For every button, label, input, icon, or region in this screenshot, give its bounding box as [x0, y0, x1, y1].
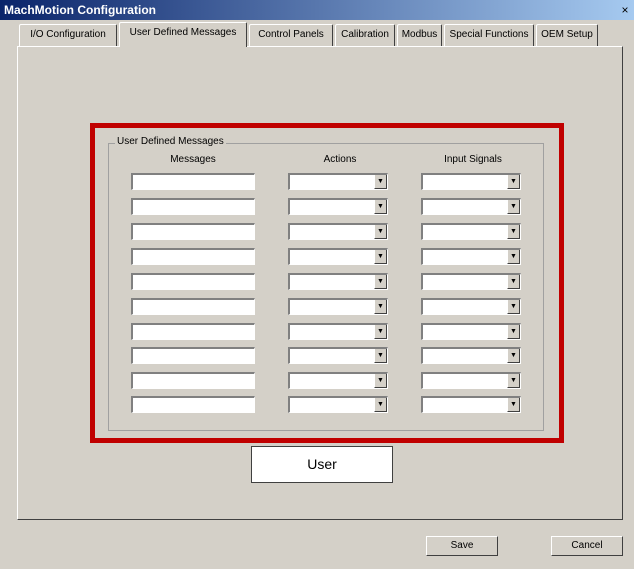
- tab-calibration[interactable]: Calibration: [335, 24, 395, 46]
- tab-user-defined-messages[interactable]: User Defined Messages: [119, 22, 247, 47]
- tab-io-configuration[interactable]: I/O Configuration: [19, 24, 117, 46]
- title-bar: MachMotion Configuration ×: [0, 0, 634, 20]
- annotation-highlight-box: [90, 123, 564, 443]
- tab-control-panels[interactable]: Control Panels: [249, 24, 333, 46]
- window-title: MachMotion Configuration: [4, 3, 156, 17]
- cancel-button[interactable]: Cancel: [551, 536, 623, 556]
- save-button[interactable]: Save: [426, 536, 498, 556]
- tab-oem-setup[interactable]: OEM Setup: [536, 24, 598, 46]
- tab-special-functions[interactable]: Special Functions: [444, 24, 534, 46]
- callout-label: User: [251, 446, 393, 483]
- tab-modbus[interactable]: Modbus: [397, 24, 442, 46]
- close-icon[interactable]: ×: [618, 3, 632, 17]
